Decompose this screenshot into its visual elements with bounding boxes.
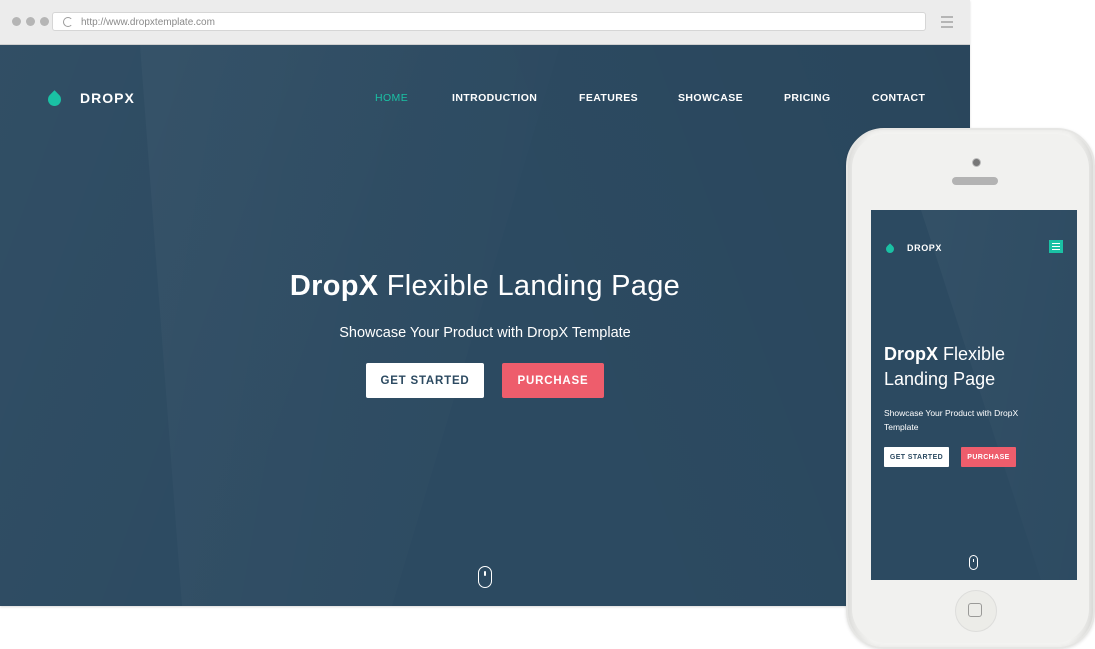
window-controls: [12, 17, 49, 26]
address-url: http://www.dropxtemplate.com: [81, 17, 215, 28]
mobile-brand-name: DROPX: [907, 242, 943, 253]
mobile-get-started-button[interactable]: GET STARTED: [884, 447, 949, 467]
nav-home[interactable]: HOME: [375, 92, 408, 104]
nav-features[interactable]: FEATURES: [579, 92, 638, 104]
nav-pricing[interactable]: PRICING: [784, 92, 831, 104]
mobile-subheadline: Showcase Your Product with DropX Templat…: [884, 408, 1019, 432]
window-close-dot[interactable]: [12, 17, 21, 26]
phone-screen: DROPX DropX Flexible Landing Page Showca…: [871, 210, 1077, 580]
window-maximize-dot[interactable]: [40, 17, 49, 26]
mobile-headline-bold: DropX: [884, 344, 938, 364]
get-started-button[interactable]: GET STARTED: [366, 363, 484, 398]
purchase-button[interactable]: PURCHASE: [502, 363, 604, 398]
browser-window: http://www.dropxtemplate.com DROPX HOME …: [0, 0, 970, 606]
droplet-logo-icon: [884, 243, 896, 255]
nav-showcase[interactable]: SHOWCASE: [678, 92, 743, 104]
phone-camera: [972, 158, 981, 167]
browser-menu-icon[interactable]: [941, 16, 953, 31]
mobile-headline: DropX Flexible Landing Page: [884, 342, 1064, 392]
phone-home-button-icon[interactable]: [955, 590, 997, 632]
nav-contact[interactable]: CONTACT: [872, 92, 925, 104]
phone-mockup: DROPX DropX Flexible Landing Page Showca…: [846, 128, 1095, 649]
hero-subheadline: Showcase Your Product with DropX Templat…: [339, 325, 631, 341]
headline-bold: DropX: [289, 270, 379, 302]
droplet-logo-icon: [45, 90, 64, 109]
hero-section: DROPX HOME INTRODUCTION FEATURES SHOWCAS…: [0, 45, 970, 606]
address-bar[interactable]: http://www.dropxtemplate.com: [52, 12, 926, 31]
nav-introduction[interactable]: INTRODUCTION: [452, 92, 537, 104]
brand-name: DROPX: [80, 89, 135, 106]
window-minimize-dot[interactable]: [26, 17, 35, 26]
mobile-headline-light-1: Flexible: [943, 344, 1006, 364]
hamburger-menu-icon[interactable]: [1049, 240, 1063, 253]
browser-toolbar: http://www.dropxtemplate.com: [0, 0, 970, 45]
mobile-site-logo[interactable]: DROPX: [884, 242, 943, 255]
mobile-headline-light-2: Landing Page: [884, 369, 996, 389]
site-logo[interactable]: DROPX: [45, 89, 135, 109]
reload-icon[interactable]: [63, 17, 73, 27]
hero-headline: DropX Flexible Landing Page: [0, 270, 970, 303]
headline-light: Flexible Landing Page: [386, 270, 681, 302]
mobile-purchase-button[interactable]: PURCHASE: [961, 447, 1016, 467]
scroll-mouse-icon[interactable]: [478, 566, 492, 588]
phone-body: DROPX DropX Flexible Landing Page Showca…: [852, 134, 1089, 643]
scroll-mouse-icon[interactable]: [969, 555, 978, 570]
phone-speaker: [952, 177, 998, 185]
